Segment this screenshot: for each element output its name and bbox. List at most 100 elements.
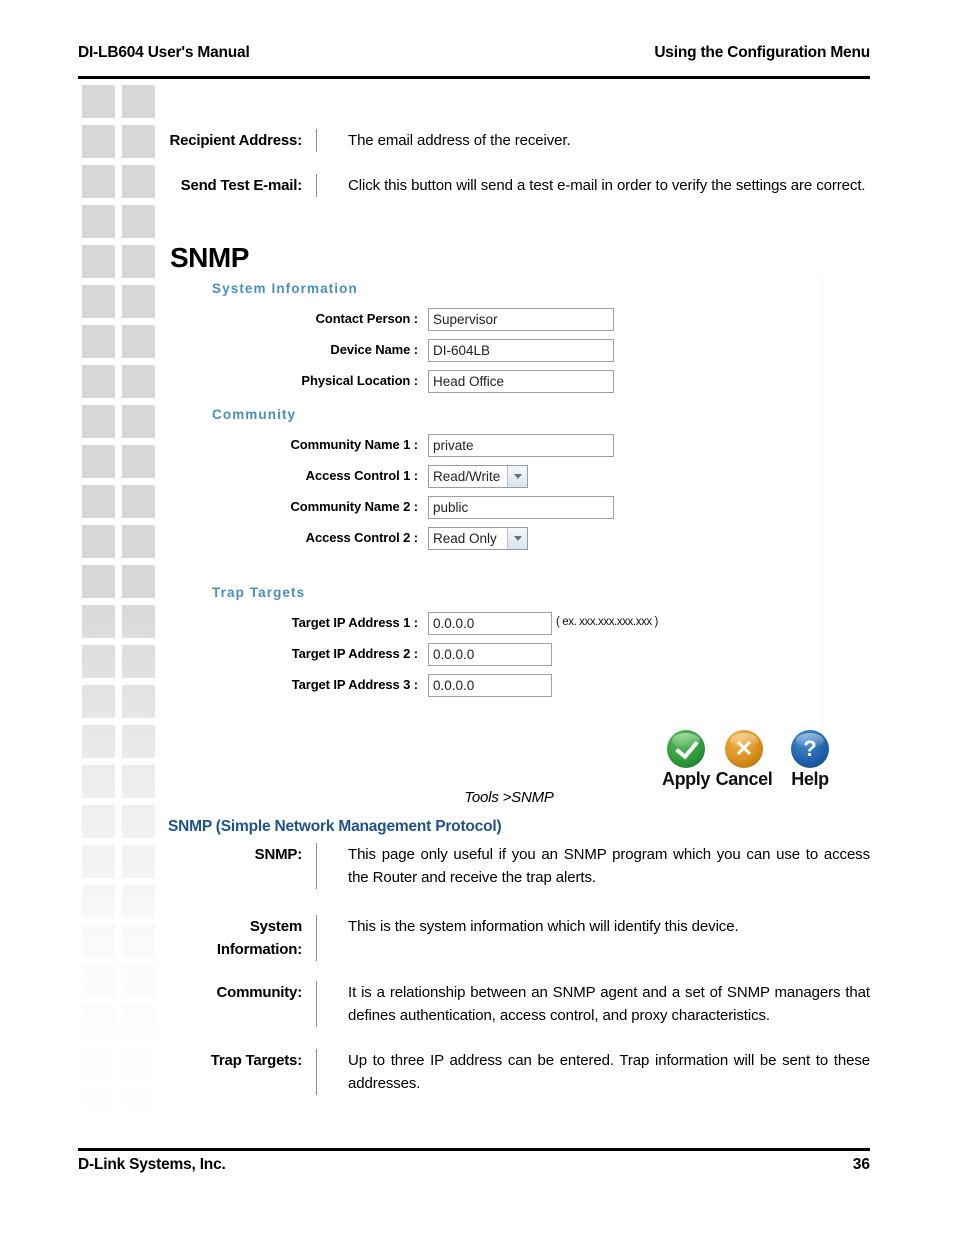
router-form-row: Physical Location : Head Office bbox=[196, 370, 822, 396]
decorative-square bbox=[122, 485, 155, 518]
router-input-target-ip-address-1[interactable]: 0.0.0.0 bbox=[428, 612, 552, 635]
check-icon bbox=[667, 730, 705, 768]
router-section-title: System Information bbox=[212, 281, 358, 296]
router-select-value: Read Only bbox=[433, 531, 497, 546]
decorative-square bbox=[122, 805, 155, 838]
decorative-square bbox=[122, 885, 155, 918]
router-form-row: Contact Person : Supervisor bbox=[196, 308, 822, 334]
snmp-definition-list: SNMP: This page only useful if you an SNM… bbox=[168, 843, 870, 1095]
router-field-label: Contact Person : bbox=[315, 311, 419, 326]
definition-description: Click this button will send a test e-mai… bbox=[348, 177, 866, 194]
decorative-square bbox=[122, 725, 155, 758]
definition-row: Community: It is a relationship between a… bbox=[168, 981, 870, 1027]
definition-term: System Information: bbox=[216, 918, 302, 958]
section-heading: SNMP (Simple Network Management Protocol… bbox=[168, 818, 502, 835]
decorative-square bbox=[82, 405, 115, 438]
decorative-square bbox=[82, 965, 115, 998]
decorative-square bbox=[122, 325, 155, 358]
router-form-row: Device Name : DI-604LB bbox=[196, 339, 822, 365]
definition-description: The email address of the receiver. bbox=[348, 132, 571, 149]
router-form-row: Target IP Address 1 : 0.0.0.0 ( ex. xxx.xx… bbox=[196, 612, 822, 638]
router-input-target-ip-address-3[interactable]: 0.0.0.0 bbox=[428, 674, 552, 697]
chevron-down-icon[interactable] bbox=[507, 466, 527, 487]
help-button[interactable]: ? Help bbox=[779, 730, 841, 790]
router-input-physical-location[interactable]: Head Office bbox=[428, 370, 614, 393]
decorative-square bbox=[82, 845, 115, 878]
router-section-title: Community bbox=[212, 407, 297, 422]
router-select-access-control-1[interactable]: Read/Write bbox=[428, 465, 528, 488]
decorative-square bbox=[122, 165, 155, 198]
cancel-button[interactable]: ✕ Cancel bbox=[713, 730, 775, 790]
header-divider bbox=[78, 76, 870, 79]
definition-row: Send Test E-mail: Click this button will … bbox=[168, 174, 870, 197]
company-name: D-Link Systems, Inc. bbox=[78, 1156, 226, 1173]
decorative-square bbox=[122, 125, 155, 158]
decorative-square bbox=[82, 565, 115, 598]
manual-title: DI-LB604 User's Manual bbox=[78, 44, 250, 61]
router-action-buttons: Apply ✕ Cancel? Help bbox=[655, 730, 835, 792]
router-form-row: Community Name 2 : public bbox=[196, 496, 822, 522]
router-form-row: Access Control 2 : Read Only bbox=[196, 527, 822, 553]
decorative-square bbox=[82, 1005, 115, 1038]
router-field-label: Community Name 1 : bbox=[290, 437, 418, 452]
decorative-square bbox=[82, 485, 115, 518]
decorative-square bbox=[122, 765, 155, 798]
definition-term: SNMP: bbox=[254, 846, 303, 863]
page-title: SNMP bbox=[170, 242, 249, 273]
decorative-square bbox=[122, 1045, 155, 1078]
router-form-row: Target IP Address 2 : 0.0.0.0 bbox=[196, 643, 822, 669]
decorative-square bbox=[122, 205, 155, 238]
decorative-square bbox=[82, 85, 115, 118]
router-form-row: Access Control 1 : Read/Write bbox=[196, 465, 822, 491]
router-section-title: Trap Targets bbox=[212, 585, 306, 600]
decorative-square bbox=[122, 925, 155, 958]
decorative-square bbox=[122, 565, 155, 598]
router-input-community-name-2[interactable]: public bbox=[428, 496, 614, 519]
decorative-square bbox=[122, 685, 155, 718]
definition-row: Trap Targets: Up to three IP address can … bbox=[168, 1049, 870, 1095]
decorative-square bbox=[82, 805, 115, 838]
x-icon: ✕ bbox=[725, 730, 763, 768]
decorative-square bbox=[122, 285, 155, 318]
definition-term: Send Test E-mail: bbox=[180, 177, 303, 194]
chapter-title: Using the Configuration Menu bbox=[654, 44, 870, 61]
apply-label: Apply bbox=[661, 769, 710, 789]
apply-button[interactable]: Apply bbox=[655, 730, 717, 790]
decorative-square bbox=[122, 1005, 155, 1038]
top-definition-list: Recipient Address: The email address of t… bbox=[168, 129, 870, 197]
router-field-label: Target IP Address 1 : bbox=[291, 615, 418, 630]
router-select-value: Read/Write bbox=[433, 469, 501, 484]
router-input-device-name[interactable]: DI-604LB bbox=[428, 339, 614, 362]
definition-term: Recipient Address: bbox=[169, 132, 302, 149]
decorative-square bbox=[82, 525, 115, 558]
figure-caption: Tools >SNMP bbox=[464, 789, 554, 806]
footer-divider bbox=[78, 1148, 870, 1151]
router-form-row: Community Name 1 : private bbox=[196, 434, 822, 460]
definition-row: SNMP: This page only useful if you an SNM… bbox=[168, 843, 870, 889]
definition-description: Up to three IP address can be entered. T… bbox=[348, 1052, 870, 1092]
definition-row: System Information: This is the system in… bbox=[168, 915, 870, 961]
router-input-contact-person[interactable]: Supervisor bbox=[428, 308, 614, 331]
decorative-square bbox=[82, 125, 115, 158]
decorative-square bbox=[82, 605, 115, 638]
decorative-square bbox=[122, 1085, 155, 1118]
decorative-square bbox=[82, 765, 115, 798]
router-select-access-control-2[interactable]: Read Only bbox=[428, 527, 528, 550]
decorative-square bbox=[82, 285, 115, 318]
chevron-down-icon[interactable] bbox=[507, 528, 527, 549]
router-field-label: Access Control 1 : bbox=[305, 468, 418, 483]
decorative-square bbox=[82, 245, 115, 278]
cancel-label: Cancel bbox=[715, 769, 773, 789]
router-field-label: Access Control 2 : bbox=[305, 530, 418, 545]
decorative-square bbox=[82, 205, 115, 238]
definition-description: This is the system information which wil… bbox=[348, 918, 739, 935]
router-input-target-ip-address-2[interactable]: 0.0.0.0 bbox=[428, 643, 552, 666]
decorative-square bbox=[82, 1045, 115, 1078]
decorative-square bbox=[82, 325, 115, 358]
decorative-square bbox=[82, 365, 115, 398]
router-field-label: Physical Location : bbox=[301, 373, 418, 388]
decorative-square bbox=[82, 445, 115, 478]
router-field-hint: ( ex. xxx.xxx.xxx.xxx ) bbox=[556, 616, 658, 628]
router-input-community-name-1[interactable]: private bbox=[428, 434, 614, 457]
page-header: DI-LB604 User's Manual Using the Configu… bbox=[78, 44, 870, 78]
